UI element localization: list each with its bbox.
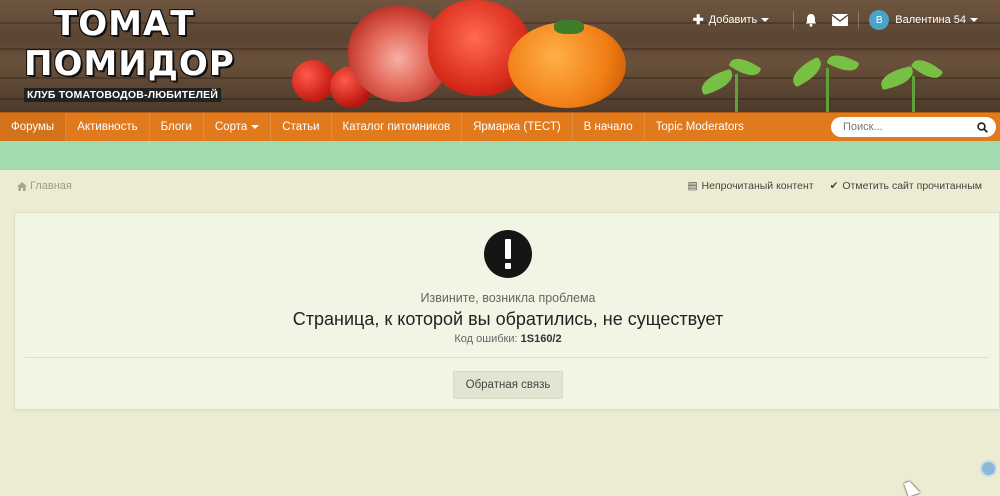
error-title: Страница, к которой вы обратились, не су… <box>292 309 724 329</box>
logo-line1: ТОМАТ <box>54 4 195 44</box>
announcement-band <box>0 141 1000 170</box>
notifications-button[interactable] <box>804 13 818 27</box>
nav-item-fair[interactable]: Ярмарка (ТЕСТ) <box>462 113 573 141</box>
nav-item-activity[interactable]: Активность <box>66 113 150 141</box>
logo-tagline: КЛУБ ТОМАТОВОДОВ-ЛЮБИТЕЛЕЙ <box>24 88 222 102</box>
nav-label: В начало <box>583 121 633 133</box>
nav-label: Блоги <box>160 121 192 133</box>
add-button[interactable]: ✚ Добавить <box>693 12 770 28</box>
sprout-image <box>698 68 736 96</box>
nav-item-home[interactable]: В начало <box>573 113 645 141</box>
nav-label: Topic Moderators <box>655 121 744 133</box>
sprout-stem <box>912 76 915 112</box>
divider <box>858 11 860 29</box>
bell-icon <box>805 14 817 27</box>
home-icon <box>17 181 27 191</box>
avatar: В <box>869 10 890 30</box>
mark-read-label: Отметить сайт прочитанным <box>842 180 982 192</box>
scroll-to-bottom-icon[interactable] <box>980 460 997 477</box>
search-input[interactable] <box>843 121 973 133</box>
search-box <box>831 117 996 137</box>
plus-icon: ✚ <box>692 12 704 27</box>
nav-item-blogs[interactable]: Блоги <box>150 113 204 141</box>
breadcrumb-home[interactable]: Главная <box>30 180 72 192</box>
nav-item-articles[interactable]: Статьи <box>271 113 332 141</box>
nav-label: Сорта <box>214 121 248 133</box>
error-card: Извините, возникла проблема Страница, к … <box>14 212 1000 410</box>
mark-read-link[interactable]: ✔ Отметить сайт прочитанным <box>830 180 982 192</box>
page-actions: ▤ Непрочитаный контент ✔ Отметить сайт про… <box>688 180 982 192</box>
sprout-stem <box>735 74 738 112</box>
sprout-image <box>910 54 944 84</box>
user-menu[interactable]: В Валентина 54 <box>869 10 978 30</box>
nav-label: Статьи <box>282 121 320 133</box>
add-label: Добавить <box>708 14 758 26</box>
tomato-image <box>508 22 626 108</box>
nav-label: Ярмарка (ТЕСТ) <box>473 121 561 133</box>
user-name: Валентина 54 <box>895 14 966 26</box>
breadcrumb: Главная <box>17 180 72 192</box>
sprout-stem <box>826 68 829 112</box>
sprout-image <box>788 56 826 88</box>
feedback-button[interactable]: Обратная связь <box>453 371 563 399</box>
sprout-image <box>826 50 860 76</box>
mouse-cursor-icon <box>903 479 921 496</box>
check-icon: ✔ <box>829 180 839 192</box>
search-icon[interactable] <box>977 121 988 133</box>
chevron-down-icon <box>761 18 770 22</box>
site-header: ТОМАТ ПОМИДОР КЛУБ ТОМАТОВОДОВ-ЛЮБИТЕЛЕЙ… <box>0 0 1000 112</box>
divider <box>793 11 795 29</box>
error-code-value: 1S160/2 <box>520 333 562 345</box>
tomato-image <box>292 60 334 102</box>
main-nav: Форумы Активность Блоги Сорта Статьи Кат… <box>0 112 1000 141</box>
mail-icon <box>832 14 849 26</box>
logo-line2: ПОМИДОР <box>24 44 235 84</box>
error-code-label: Код ошибки: <box>454 333 518 345</box>
nav-label: Форумы <box>11 121 55 133</box>
user-nav: ✚ Добавить В Валентина 54 <box>693 10 978 30</box>
newspaper-icon: ▤ <box>687 180 698 192</box>
error-subtitle: Извините, возникла проблема <box>420 291 596 305</box>
error-code: Код ошибки: 1S160/2 <box>15 333 1000 345</box>
site-logo[interactable]: ТОМАТ ПОМИДОР КЛУБ ТОМАТОВОДОВ-ЛЮБИТЕЛЕЙ <box>24 4 234 104</box>
tomato-stem-image <box>554 20 584 34</box>
nav-item-moderators[interactable]: Topic Moderators <box>645 113 755 141</box>
nav-label: Каталог питомников <box>342 121 451 133</box>
exclamation-icon <box>484 230 532 278</box>
nav-label: Активность <box>77 121 138 133</box>
chevron-down-icon <box>251 125 260 129</box>
messages-button[interactable] <box>832 14 849 26</box>
nav-item-forums[interactable]: Форумы <box>0 113 67 141</box>
divider <box>25 357 989 358</box>
unread-content-link[interactable]: ▤ Непрочитаный контент <box>688 180 814 192</box>
chevron-down-icon <box>970 18 978 22</box>
nav-item-varieties[interactable]: Сорта <box>204 113 272 141</box>
nav-item-nurseries[interactable]: Каталог питомников <box>332 113 463 141</box>
sprout-image <box>878 65 916 91</box>
unread-label: Непрочитаный контент <box>701 180 814 192</box>
